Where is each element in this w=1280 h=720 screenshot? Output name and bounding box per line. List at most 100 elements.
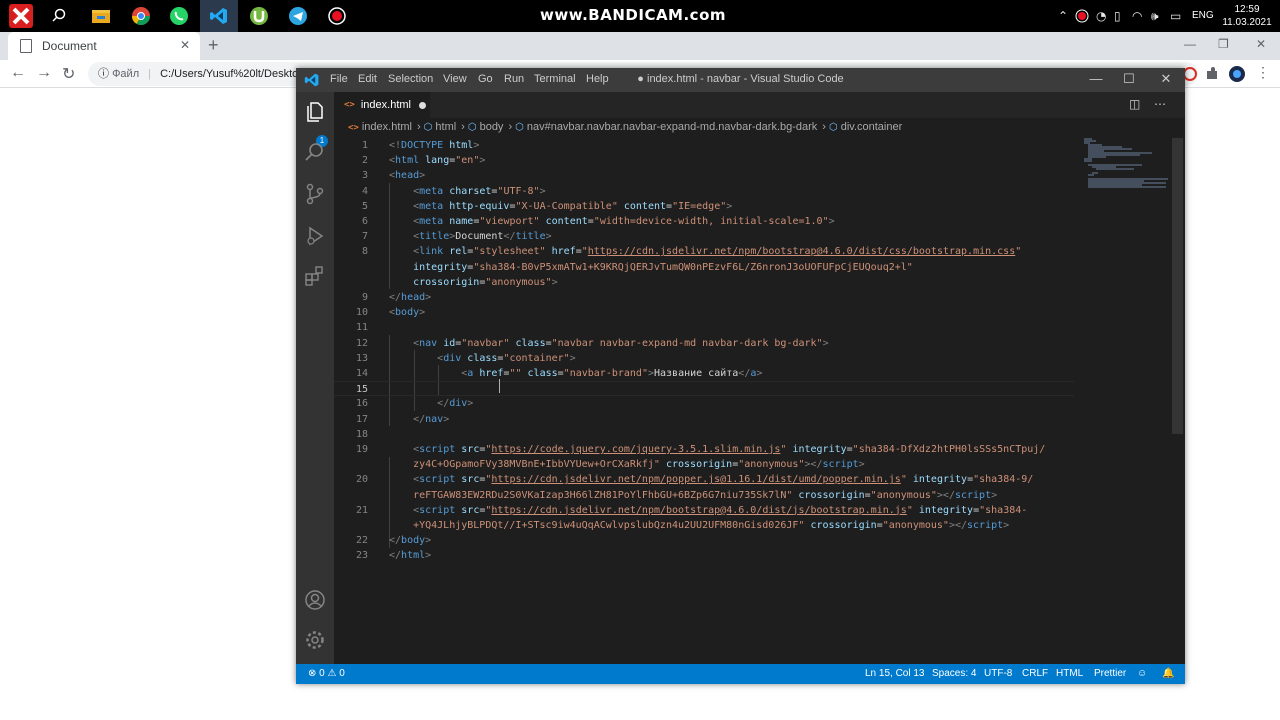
code-token: script (822, 459, 859, 471)
more-actions-icon[interactable]: ⋯ (1154, 97, 1166, 111)
breadcrumb-file[interactable]: index.html (362, 121, 412, 133)
file-explorer-icon[interactable] (82, 0, 120, 32)
code-line[interactable]: 19 <script src="https://code.jquery.com/… (334, 442, 1074, 457)
code-editor[interactable]: 1 <!DOCTYPE html> 2 <html lang="en"> 3 <head>… (334, 138, 1185, 664)
code-line[interactable]: 9 </head> (334, 290, 1074, 305)
code-line[interactable]: 22 </body> (334, 533, 1074, 548)
explorer-files-icon[interactable] (303, 100, 327, 124)
telegram-icon[interactable] (279, 0, 317, 32)
whatsapp-icon[interactable] (160, 0, 198, 32)
encoding[interactable]: UTF-8 (984, 668, 1012, 679)
menu-terminal[interactable]: Terminal (534, 73, 576, 85)
recorder-icon[interactable] (318, 0, 356, 32)
code-line[interactable]: zy4C+OGpamoFVy38MVBnE+IbbVYUew+OrCXaRkfj… (334, 457, 1074, 472)
utorrent-icon[interactable] (240, 0, 278, 32)
end-of-line[interactable]: CRLF (1022, 668, 1048, 679)
vscode-taskbar-icon[interactable] (200, 0, 238, 32)
code-line[interactable]: 14 <a href="" class="navbar-brand">Назва… (334, 366, 1074, 381)
clock[interactable]: 12:59 11.03.2021 (1222, 3, 1272, 29)
maximize-window-button[interactable]: ☐ (1117, 71, 1141, 87)
browser-menu-icon[interactable]: ⋮ (1256, 64, 1270, 81)
code-line[interactable]: 11 (334, 320, 1074, 335)
code-line[interactable]: 6 <meta name="viewport" content="width=d… (334, 214, 1074, 229)
extensions-icon[interactable] (303, 264, 327, 288)
menu-edit[interactable]: Edit (358, 73, 377, 85)
split-editor-icon[interactable]: ◫ (1129, 97, 1140, 111)
chrome-icon[interactable] (122, 0, 160, 32)
unsaved-dot-icon[interactable] (418, 101, 426, 109)
run-debug-icon[interactable] (303, 224, 327, 248)
code-line[interactable]: +YQ4JLhjyBLPDQt//I+STsc9iw4uQqACwlvpslub… (334, 518, 1074, 533)
volume-icon[interactable]: 🕪 (1151, 9, 1159, 24)
source-control-icon[interactable] (303, 182, 327, 206)
accounts-icon[interactable] (303, 588, 327, 612)
code-line[interactable]: 5 <meta http-equiv="X-UA-Compatible" con… (334, 199, 1074, 214)
breadcrumb-div[interactable]: div.container (841, 121, 903, 133)
code-line[interactable]: 7 <title>Document</title> (334, 229, 1074, 244)
close-browser-button[interactable]: ✕ (1256, 37, 1266, 51)
code-token: "" (509, 368, 522, 379)
code-line[interactable]: 3 <head> (334, 168, 1074, 183)
code-line[interactable]: 8 <link rel="stylesheet" href="https://c… (334, 244, 1074, 259)
editor-scrollbar[interactable] (1172, 138, 1183, 434)
notifications-bell-icon[interactable]: 🔔 (1162, 668, 1174, 679)
search-icon[interactable] (303, 140, 327, 164)
code-line[interactable]: 13 <div class="container"> (334, 351, 1074, 366)
record-indicator-icon[interactable] (1075, 9, 1089, 23)
menu-file[interactable]: File (330, 73, 348, 85)
menu-run[interactable]: Run (504, 73, 524, 85)
code-line[interactable]: 23 </html> (334, 548, 1074, 563)
code-line[interactable]: 17 </nav> (334, 412, 1074, 427)
wifi-icon[interactable]: ◠ (1132, 9, 1142, 23)
search-icon[interactable] (40, 0, 78, 32)
breadcrumb-nav[interactable]: nav#navbar.navbar.navbar-expand-md.navba… (527, 121, 817, 133)
code-line[interactable]: integrity="sha384-B0vP5xmATw1+K9KRQjQERJ… (334, 260, 1074, 275)
new-tab-button[interactable]: + (208, 35, 219, 56)
menu-view[interactable]: View (443, 73, 467, 85)
bandicam-app-icon[interactable] (2, 0, 40, 32)
language-indicator[interactable]: ENG (1192, 10, 1214, 21)
reload-icon[interactable]: ↻ (62, 64, 75, 84)
code-line[interactable]: 12 <nav id="navbar" class="navbar navbar… (334, 336, 1074, 351)
back-arrow-icon[interactable]: ← (10, 64, 26, 82)
code-line[interactable]: 1 <!DOCTYPE html> (334, 138, 1074, 153)
avatar[interactable] (1228, 65, 1246, 83)
menu-help[interactable]: Help (586, 73, 609, 85)
breadcrumb-html[interactable]: html (435, 121, 456, 133)
indentation[interactable]: Spaces: 4 (932, 668, 976, 679)
problems-indicator[interactable]: ⊗ 0 ⚠ 0 (308, 668, 345, 679)
prettier-formatter[interactable]: Prettier (1094, 668, 1126, 679)
code-line[interactable]: 16 </div> (334, 396, 1074, 411)
language-mode[interactable]: HTML (1056, 668, 1083, 679)
close-tab-icon[interactable]: ✕ (180, 38, 190, 52)
tab-index-html[interactable]: <> index.html (334, 92, 430, 118)
menu-go[interactable]: Go (478, 73, 493, 85)
cursor-position[interactable]: Ln 15, Col 13 (865, 668, 925, 679)
code-line[interactable]: crossorigin="anonymous"> (334, 275, 1074, 290)
breadcrumb-body[interactable]: body (480, 121, 504, 133)
code-line[interactable]: 15 (334, 381, 1074, 397)
code-line[interactable]: 18 (334, 427, 1074, 442)
code-line[interactable]: 21 <script src="https://cdn.jsdelivr.net… (334, 503, 1074, 518)
network-icon[interactable]: ◔ (1096, 9, 1106, 23)
info-icon[interactable]: ⓘ (98, 68, 109, 80)
minimize-window-button[interactable]: — (1084, 71, 1108, 86)
chevron-up-icon[interactable]: ⌃ (1058, 9, 1068, 23)
minimize-browser-button[interactable]: — (1184, 37, 1196, 51)
code-line[interactable]: 10 <body> (334, 305, 1074, 320)
code-line[interactable]: 4 <meta charset="UTF-8"> (334, 184, 1074, 199)
battery-icon[interactable]: ▯ (1114, 9, 1121, 23)
menu-selection[interactable]: Selection (388, 73, 433, 85)
feedback-icon[interactable]: ☺ (1137, 668, 1147, 679)
code-line[interactable]: 20 <script src="https://cdn.jsdelivr.net… (334, 472, 1074, 487)
code-line[interactable]: reFTGAW83EW2RDu2S0VKaIzap3H66lZH81PoYlFh… (334, 488, 1074, 503)
keyboard-icon[interactable]: ▭ (1170, 9, 1181, 23)
close-window-button[interactable]: ✕ (1154, 71, 1178, 87)
restore-browser-button[interactable]: ❐ (1218, 37, 1229, 51)
extensions-puzzle-icon[interactable] (1203, 65, 1221, 83)
code-line[interactable]: 2 <html lang="en"> (334, 153, 1074, 168)
settings-gear-icon[interactable] (303, 628, 327, 652)
browser-tab-document[interactable]: Document ✕ (8, 32, 200, 60)
forward-arrow-icon[interactable]: → (36, 64, 52, 82)
minimap[interactable] (1082, 138, 1170, 188)
